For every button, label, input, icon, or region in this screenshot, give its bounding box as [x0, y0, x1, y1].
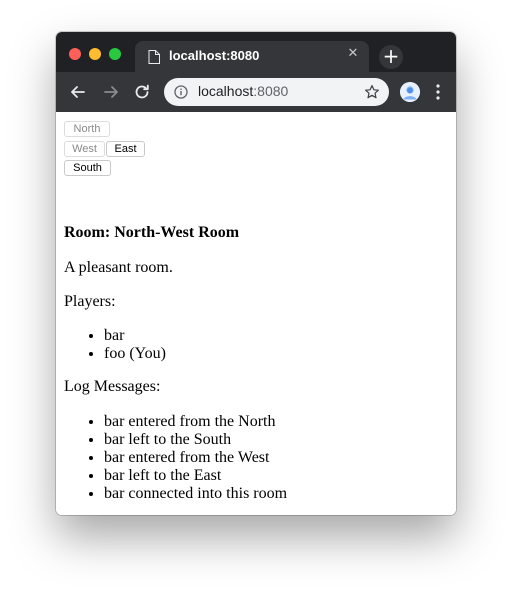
- log-item: bar left to the East: [104, 467, 287, 485]
- maximize-window-button[interactable]: [109, 48, 121, 60]
- url-host: localhost: [198, 83, 254, 99]
- players-label: Players:: [64, 293, 116, 310]
- west-button[interactable]: West: [64, 141, 105, 157]
- forward-arrow-icon[interactable]: [101, 82, 121, 102]
- address-bar[interactable]: localhost:8080: [164, 78, 389, 106]
- north-button[interactable]: North: [64, 121, 110, 137]
- info-icon[interactable]: [174, 85, 188, 99]
- log-item: bar left to the South: [104, 431, 287, 449]
- avatar-icon-graphic: [400, 82, 420, 102]
- player-item: bar: [104, 327, 166, 345]
- file-icon: [148, 50, 160, 64]
- url-text: localhost:8080: [198, 83, 288, 99]
- player-item: foo (You): [104, 345, 166, 363]
- browser-window: localhost:8080 ✕ + localhost:8080 North …: [56, 32, 456, 515]
- log-messages-label: Log Messages:: [64, 378, 161, 395]
- url-port: :8080: [253, 83, 289, 99]
- reload-icon[interactable]: [132, 82, 152, 102]
- close-icon[interactable]: ✕: [346, 47, 360, 61]
- page-content: North West East South Room: North-West R…: [56, 112, 456, 515]
- room-description: A pleasant room.: [64, 259, 173, 276]
- east-button[interactable]: East: [106, 141, 145, 157]
- star-icon[interactable]: [364, 84, 380, 100]
- players-list: bar foo (You): [64, 327, 166, 363]
- avatar-icon[interactable]: [400, 82, 420, 102]
- south-button[interactable]: South: [64, 160, 111, 176]
- log-messages-list: bar entered from the North bar left to t…: [64, 413, 287, 503]
- tab-strip: localhost:8080 ✕ +: [56, 32, 456, 72]
- room-title: Room: North-West Room: [64, 224, 240, 241]
- tab-title: localhost:8080: [169, 48, 260, 63]
- log-item: bar entered from the North: [104, 413, 287, 431]
- log-item: bar connected into this room: [104, 485, 287, 503]
- log-item: bar entered from the West: [104, 449, 287, 467]
- close-window-button[interactable]: [69, 48, 81, 60]
- minimize-window-button[interactable]: [89, 48, 101, 60]
- active-tab[interactable]: localhost:8080 ✕: [135, 41, 369, 72]
- browser-toolbar: localhost:8080: [56, 72, 456, 112]
- back-arrow-icon[interactable]: [68, 82, 88, 102]
- plus-icon[interactable]: +: [379, 45, 403, 69]
- menu-icon[interactable]: [436, 83, 440, 101]
